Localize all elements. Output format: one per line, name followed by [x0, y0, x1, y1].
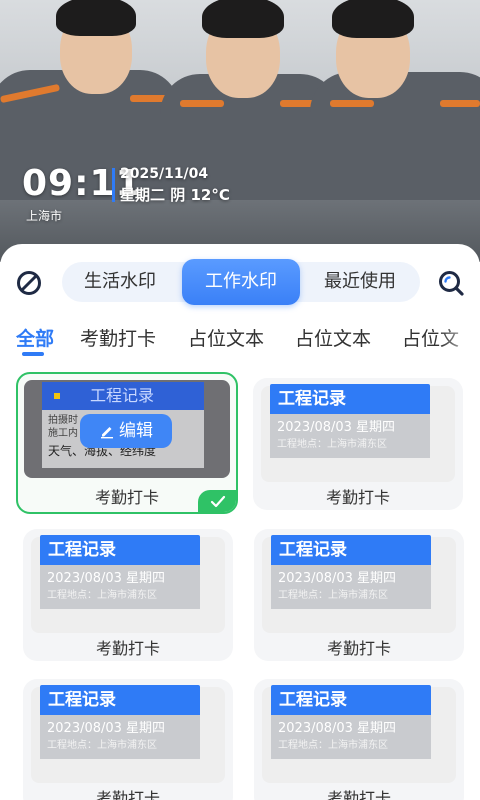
card-date: 2023/08/03 星期四 [277, 420, 396, 435]
camera-preview-photo: 09:11 2025/11/04 星期二 阴 12°C 上海市 [0, 0, 480, 262]
card-location: 工程地点：上海市浦东区 [47, 740, 157, 751]
card-title: 工程记录 [40, 685, 200, 715]
card-location: 工程地点：上海市浦东区 [277, 439, 387, 450]
watermark-weather: 星期二 阴 12°C [120, 186, 230, 204]
card-title: 工程记录 [270, 384, 430, 414]
card-date: 2023/08/03 星期四 [278, 721, 397, 736]
card-date: 2023/08/03 星期四 [47, 571, 166, 586]
pencil-icon [101, 427, 113, 439]
card-label: 考勤打卡 [326, 789, 391, 800]
tab-life-watermark[interactable]: 生活水印 [62, 262, 178, 302]
card-title: 工程记录 [271, 685, 431, 715]
checkmark-icon [210, 495, 226, 508]
category-active-indicator [22, 352, 44, 356]
watermark-card-selected[interactable]: 工程记录 拍摄时 施工内 天气、海拔、经纬度 编辑 考勤打卡 [16, 372, 238, 514]
card-title: 工程记录 [40, 535, 200, 565]
tab-recently-used[interactable]: 最近使用 [302, 262, 418, 302]
category-tabs: 全部 考勤打卡 占位文本 占位文本 占位文 [0, 320, 480, 362]
category-placeholder-1[interactable]: 占位文本 [188, 324, 264, 351]
no-watermark-button[interactable] [14, 268, 44, 298]
card-location: 工程地点：上海市浦东区 [47, 590, 157, 601]
card-watermark-preview: 工程记录 2023/08/03 星期四 工程地点：上海市浦东区 [270, 384, 430, 458]
category-placeholder-2[interactable]: 占位文本 [295, 324, 371, 351]
card-watermark-preview: 工程记录 2023/08/03 星期四 工程地点：上海市浦东区 [271, 535, 431, 609]
card-watermark-preview: 工程记录 2023/08/03 星期四 工程地点：上海市浦东区 [40, 535, 200, 609]
edit-button-label: 编辑 [119, 421, 153, 441]
card-location: 工程地点：上海市浦东区 [278, 590, 388, 601]
watermark-city: 上海市 [26, 209, 63, 223]
card-label: 考勤打卡 [326, 639, 391, 658]
card-watermark-preview: 工程记录 2023/08/03 星期四 工程地点：上海市浦东区 [40, 685, 200, 759]
search-icon [439, 271, 464, 296]
card-watermark-preview: 工程记录 2023/08/03 星期四 工程地点：上海市浦东区 [271, 685, 431, 759]
search-button[interactable] [436, 268, 466, 298]
mode-tabs-row: 生活水印 工作水印 最近使用 [0, 254, 480, 312]
watermark-card[interactable]: 工程记录 2023/08/03 星期四 工程地点：上海市浦东区 考勤打卡 [23, 529, 233, 661]
watermark-divider [112, 168, 115, 202]
card-label: 考勤打卡 [95, 789, 160, 800]
watermark-card[interactable]: 工程记录 2023/08/03 星期四 工程地点：上海市浦东区 考勤打卡 [254, 529, 464, 661]
card-location: 工程地点：上海市浦东区 [278, 740, 388, 751]
tab-work-watermark[interactable]: 工作水印 [182, 259, 300, 305]
watermark-picker-sheet: 生活水印 工作水印 最近使用 全部 考勤打卡 占位文本 占位文本 占位文 工程记… [0, 244, 480, 800]
card-label: 考勤打卡 [325, 488, 390, 507]
category-attendance[interactable]: 考勤打卡 [80, 324, 156, 351]
watermark-card[interactable]: 工程记录 2023/08/03 星期四 工程地点：上海市浦东区 考勤打卡 [23, 679, 233, 800]
card-title: 工程记录 [271, 535, 431, 565]
watermark-card[interactable]: 工程记录 2023/08/03 星期四 工程地点：上海市浦东区 考勤打卡 [254, 679, 464, 800]
watermark-card[interactable]: 工程记录 2023/08/03 星期四 工程地点：上海市浦东区 考勤打卡 [253, 378, 463, 510]
slash-circle-icon [17, 271, 41, 295]
card-date: 2023/08/03 星期四 [278, 571, 397, 586]
edit-button[interactable]: 编辑 [80, 414, 172, 448]
selected-watermark-title: 工程记录 [90, 386, 155, 405]
category-scroll-fade [440, 320, 480, 362]
selected-badge [198, 490, 236, 512]
card-label: 考勤打卡 [95, 639, 160, 658]
category-all[interactable]: 全部 [16, 324, 54, 351]
card-date: 2023/08/03 星期四 [47, 721, 166, 736]
watermark-date: 2025/11/04 [120, 166, 209, 182]
